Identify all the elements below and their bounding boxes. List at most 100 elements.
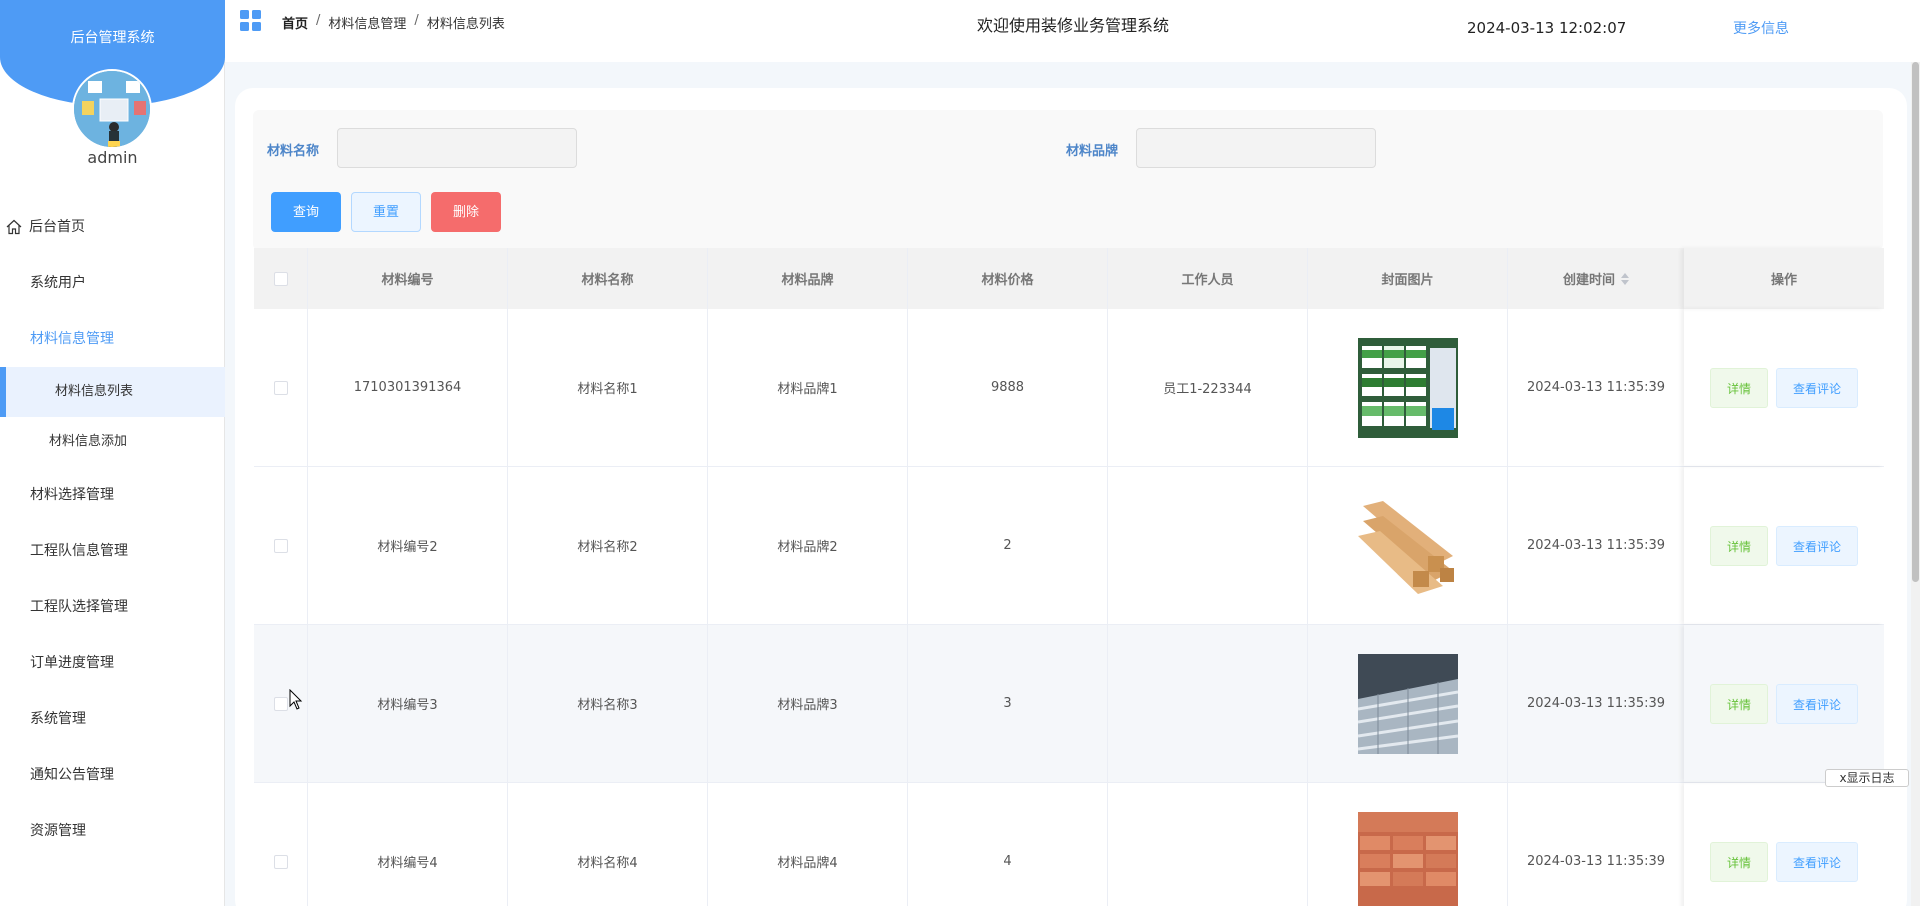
more-info-link[interactable]: 更多信息 <box>1733 18 1789 38</box>
sidebar-item-system-users[interactable]: 系统用户 <box>0 255 225 311</box>
sidebar-item-material-info[interactable]: 材料信息管理 <box>0 311 225 367</box>
table-row: 1710301391364 材料名称1 材料品牌1 9888 员工1-22334… <box>254 309 1884 467</box>
header-created-cell[interactable]: 创建时间 <box>1508 248 1684 309</box>
delete-button[interactable]: 删除 <box>431 192 501 232</box>
table-row: 材料编号4 材料名称4 材料品牌4 4 2024-03-13 11:35:39 … <box>254 783 1884 906</box>
detail-button[interactable]: 详情 <box>1709 525 1768 566</box>
header-name: 材料名称 <box>508 248 708 309</box>
cell-price: 3 <box>908 625 1108 782</box>
cell-price: 4 <box>908 783 1108 906</box>
cell-name: 材料名称4 <box>508 783 708 906</box>
cell-created: 2024-03-13 11:35:39 <box>1526 696 1666 711</box>
view-comments-button[interactable]: 查看评论 <box>1776 525 1859 566</box>
material-name-input[interactable] <box>337 128 577 168</box>
sidebar-item-label: 材料信息添加 <box>49 434 128 449</box>
cell-image <box>1308 309 1508 466</box>
cell-code: 1710301391364 <box>308 309 508 466</box>
header-created: 创建时间 <box>1562 273 1615 288</box>
view-comments-button[interactable]: 查看评论 <box>1776 683 1859 724</box>
material-brand-input[interactable] <box>1136 128 1376 168</box>
cell-actions: 详情 查看评论 <box>1684 625 1884 782</box>
table-row: 材料编号3 材料名称3 材料品牌3 3 2024-03-13 11:35:39 … <box>254 625 1884 783</box>
cell-staff <box>1108 467 1308 624</box>
sidebar-item-label: 通知公告管理 <box>30 767 114 783</box>
cell-staff: 员工1-223344 <box>1108 309 1308 466</box>
row-checkbox[interactable] <box>273 854 288 869</box>
material-table: 材料编号 材料名称 材料品牌 材料价格 工作人员 封面图片 创建时间 操作 17… <box>254 248 1884 906</box>
detail-button[interactable]: 详情 <box>1709 683 1768 724</box>
sidebar-item-label: 材料信息管理 <box>30 331 114 347</box>
grid-menu-icon[interactable] <box>240 10 261 31</box>
select-all-checkbox[interactable] <box>273 271 288 286</box>
header-staff: 工作人员 <box>1108 248 1308 309</box>
sidebar-item-team-select[interactable]: 工程队选择管理 <box>0 579 225 635</box>
cell-actions: 详情 查看评论 <box>1684 309 1884 466</box>
sidebar-item-material-select[interactable]: 材料选择管理 <box>0 467 225 523</box>
sidebar-item-label: 系统用户 <box>30 275 86 291</box>
sort-icon[interactable] <box>1621 272 1629 285</box>
cell-actions: 详情 查看评论 <box>1684 467 1884 624</box>
sidebar-item-home[interactable]: 后台首页 <box>0 199 225 255</box>
sidebar-item-label: 材料信息列表 <box>55 384 134 399</box>
query-button[interactable]: 查询 <box>271 192 341 232</box>
cell-created: 2024-03-13 11:35:39 <box>1526 380 1666 395</box>
detail-button[interactable]: 详情 <box>1709 841 1768 882</box>
scrollbar-thumb[interactable] <box>1912 62 1919 582</box>
table-header: 材料编号 材料名称 材料品牌 材料价格 工作人员 封面图片 创建时间 操作 <box>254 248 1884 309</box>
reset-button[interactable]: 重置 <box>351 192 421 232</box>
breadcrumb-home[interactable]: 首页 <box>282 13 308 32</box>
cell-name: 材料名称1 <box>508 309 708 466</box>
cell-code: 材料编号2 <box>308 467 508 624</box>
row-checkbox[interactable] <box>273 696 288 711</box>
cell-brand: 材料品牌3 <box>708 625 908 782</box>
row-checkbox-cell <box>254 467 308 624</box>
sidebar-item-label: 工程队信息管理 <box>30 543 128 559</box>
wood-beams-image[interactable] <box>1357 495 1458 596</box>
home-icon <box>6 219 22 235</box>
row-checkbox[interactable] <box>273 380 288 395</box>
row-checkbox-cell <box>254 783 308 906</box>
detail-button[interactable]: 详情 <box>1709 367 1768 408</box>
cell-staff <box>1108 783 1308 906</box>
sidebar-subitem-material-add[interactable]: 材料信息添加 <box>0 417 225 467</box>
welcome-text: 欢迎使用装修业务管理系统 <box>977 16 1170 35</box>
cell-code: 材料编号3 <box>308 625 508 782</box>
view-comments-button[interactable]: 查看评论 <box>1776 367 1859 408</box>
sidebar-item-resource-mgmt[interactable]: 资源管理 <box>0 803 225 859</box>
cell-price: 2 <box>908 467 1108 624</box>
cell-actions: 详情 查看评论 <box>1684 783 1884 906</box>
bricks-image[interactable] <box>1357 811 1458 906</box>
steel-pipes-image[interactable] <box>1357 653 1458 754</box>
cell-code: 材料编号4 <box>308 783 508 906</box>
paint-buckets-image[interactable] <box>1357 337 1458 438</box>
topbar: 首页 / 材料信息管理 / 材料信息列表 欢迎使用装修业务管理系统 2024-0… <box>225 0 1920 62</box>
header-actions: 操作 <box>1684 248 1884 309</box>
row-checkbox[interactable] <box>273 538 288 553</box>
row-checkbox-cell <box>254 309 308 466</box>
sidebar-item-order-progress[interactable]: 订单进度管理 <box>0 635 225 691</box>
sidebar-item-notice-mgmt[interactable]: 通知公告管理 <box>0 747 225 803</box>
sidebar-item-label: 订单进度管理 <box>30 655 114 671</box>
material-name-label: 材料名称 <box>267 144 320 159</box>
breadcrumb-separator: / <box>316 13 321 28</box>
cell-name: 材料名称2 <box>508 467 708 624</box>
admin-username: admin <box>87 148 138 167</box>
cell-brand: 材料品牌1 <box>708 309 908 466</box>
cell-brand: 材料品牌2 <box>708 467 908 624</box>
search-panel: 材料名称 材料品牌 查询 重置 删除 <box>253 110 1883 250</box>
system-title: 后台管理系统 <box>70 30 155 46</box>
sidebar: 后台管理系统 admin 后台首页 系统用户 材料信息管理 材料信息列表 材料信… <box>0 0 225 906</box>
breadcrumb-material-list: 材料信息列表 <box>426 17 505 32</box>
avatar-illustration-icon <box>74 71 150 147</box>
avatar[interactable] <box>72 69 152 149</box>
cell-price: 9888 <box>908 309 1108 466</box>
cell-created: 2024-03-13 11:35:39 <box>1526 854 1666 869</box>
cell-image <box>1308 625 1508 782</box>
sidebar-item-team-info[interactable]: 工程队信息管理 <box>0 523 225 579</box>
breadcrumb-material-info[interactable]: 材料信息管理 <box>328 13 406 32</box>
sidebar-subitem-material-list[interactable]: 材料信息列表 <box>0 367 225 417</box>
view-comments-button[interactable]: 查看评论 <box>1776 841 1859 882</box>
show-log-button[interactable]: x显示日志 <box>1825 769 1909 787</box>
cell-staff <box>1108 625 1308 782</box>
sidebar-item-system-mgmt[interactable]: 系统管理 <box>0 691 225 747</box>
